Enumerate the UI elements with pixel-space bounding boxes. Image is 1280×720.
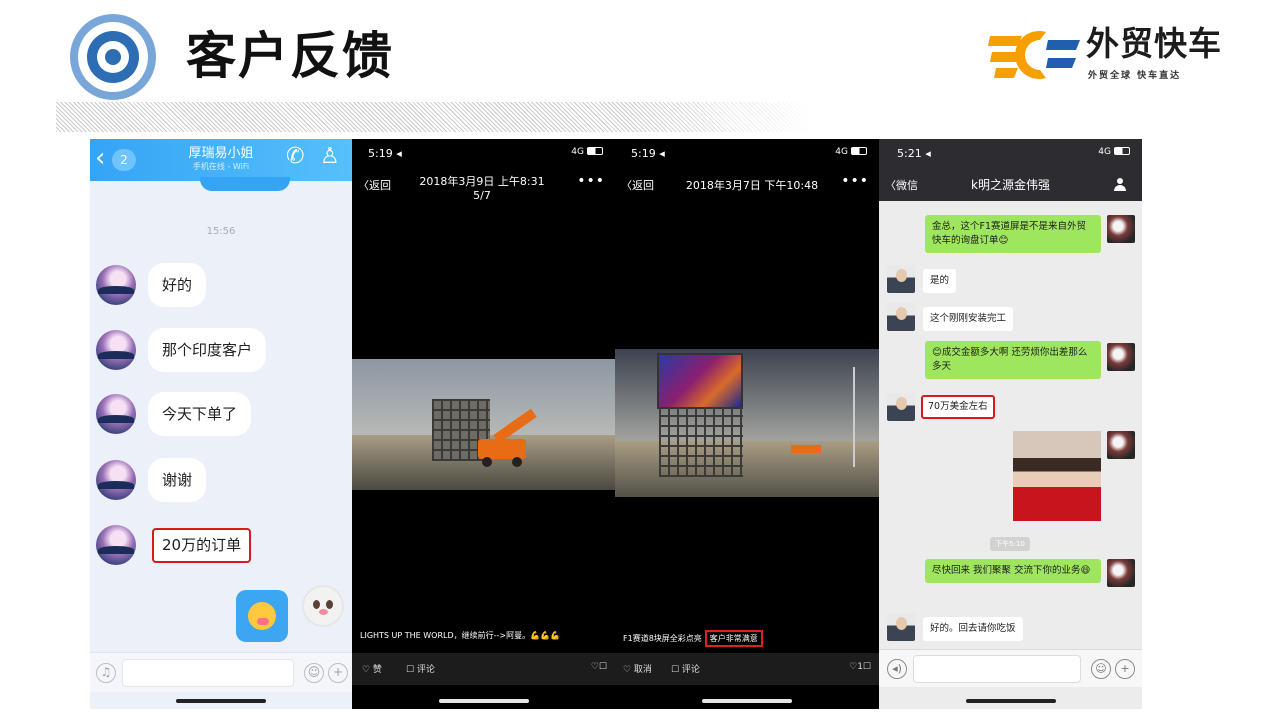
contact-name: k明之源金伟强 [971, 178, 1050, 192]
battery-icon [851, 147, 867, 155]
back-button[interactable]: 〈返回 [621, 177, 654, 193]
message-bubble: 是的 [923, 269, 957, 293]
message-bubble: 好的。回去请你吃饭 [923, 617, 1023, 641]
battery-icon [587, 147, 603, 155]
emoji-icon[interactable]: ☺ [304, 663, 324, 683]
post-caption: LIGHTS UP THE WORLD，继续前行-->阿曼。💪💪💪 [360, 631, 561, 640]
avatar[interactable] [96, 460, 136, 500]
signal-indicator: 4G [571, 147, 603, 157]
avatar[interactable] [1107, 431, 1135, 459]
avatar[interactable] [887, 265, 915, 293]
message-bubble: 那个印度客户 [148, 328, 267, 372]
more-button[interactable]: ••• [841, 173, 869, 189]
message-bubble: 尽快回来 我们聚聚 交流下你的业务😄 [925, 559, 1101, 583]
message-bubble: 谢谢 [148, 458, 207, 502]
highlighted-caption: 客户非常满意 [704, 630, 763, 647]
message-time: 15:56 [206, 226, 236, 237]
avatar[interactable] [96, 394, 136, 434]
brand-slogan: 外贸全球 快车直达 [1088, 71, 1182, 81]
avatar[interactable] [887, 303, 915, 331]
signal-indicator: 4G [1098, 147, 1130, 157]
contact-status: 手机在线 - WiFi [192, 162, 250, 171]
message-bubble: 金总，这个F1赛道屏是不是来自外贸快车的询盘订单😊 [925, 215, 1101, 253]
like-button[interactable]: ♡ 赞 [362, 662, 382, 675]
moment-photo-screenshot-2: 5:19 ◂ 4G 〈返回 2018年3月7日 下午10:48 ••• F1赛道… [615, 139, 879, 709]
home-indicator [438, 699, 529, 703]
self-avatar[interactable] [302, 585, 344, 627]
highlighted-message-bubble: 20万的订单 [152, 528, 252, 563]
action-bar: ♡ 赞 ☐ 评论 ♡☐ [352, 653, 615, 685]
profile-icon[interactable]: ♙ [320, 143, 340, 171]
time-divider: 下午5:10 [990, 537, 1030, 551]
brand-name: 外贸快车 [1086, 24, 1222, 63]
message-bubble: 今天下单了 [148, 392, 252, 436]
plus-icon[interactable]: + [1115, 659, 1135, 679]
brand-logo: 外贸快车 外贸全球 快车直达 [988, 22, 1238, 92]
message-bubble: 😊成交金额多大啊 还劳烦你出差那么多天 [925, 341, 1101, 379]
status-time: 5:21 ◂ [897, 147, 931, 160]
action-bar: ♡ 取消 ☐ 评论 ♡1☐ [615, 653, 879, 685]
previous-message-bubble [200, 177, 290, 191]
avatar[interactable] [1107, 215, 1135, 243]
avatar[interactable] [1107, 343, 1135, 371]
avatar[interactable] [96, 265, 136, 305]
header-divider [56, 102, 816, 132]
brand-arrow-icon [988, 31, 1080, 79]
contact-name: 厚瑞易小姐 [188, 146, 254, 161]
voice-icon[interactable]: ◂) [887, 659, 907, 679]
plus-icon[interactable]: + [328, 663, 348, 683]
moment-photo-screenshot-1: 5:19 ◂ 4G 〈返回 2018年3月9日 上午8:31 5/7 ••• L… [352, 139, 615, 709]
qq-header: ‹ 2 厚瑞易小姐 手机在线 - WiFi ✆ ♙ [90, 139, 352, 181]
phone-icon[interactable]: ✆ [286, 143, 304, 171]
status-time: 5:19 ◂ [368, 147, 402, 160]
avatar[interactable] [1107, 559, 1135, 587]
comment-button[interactable]: ☐ 评论 [671, 662, 700, 675]
message-bubble: 好的 [148, 263, 207, 307]
highlighted-message-bubble: 70万美金左右 [921, 395, 995, 419]
home-indicator [702, 699, 792, 703]
led-screen-photo[interactable] [615, 349, 879, 497]
qq-chat-screenshot: ‹ 2 厚瑞易小姐 手机在线 - WiFi ✆ ♙ 15:56 好的 那个印度客… [90, 139, 352, 709]
post-caption: F1赛道8块屏全彩点亮 客户非常满意 [623, 630, 763, 647]
home-indicator [176, 699, 266, 703]
avatar[interactable] [887, 613, 915, 641]
sticker-image[interactable] [1013, 431, 1101, 521]
message-bubble: 这个刚刚安装完工 [923, 307, 1014, 331]
voice-icon[interactable]: ♫ [96, 663, 116, 683]
back-button[interactable]: 〈返回 [358, 177, 391, 193]
emoji-icon[interactable]: ☺ [1091, 659, 1111, 679]
avatar[interactable] [887, 393, 915, 421]
home-indicator [965, 699, 1056, 703]
avatar[interactable] [96, 330, 136, 370]
unlike-button[interactable]: ♡ 取消 [623, 662, 652, 675]
chat-input[interactable] [122, 659, 294, 687]
comment-button[interactable]: ☐ 评论 [406, 662, 435, 675]
target-logo-icon [70, 14, 156, 100]
post-date: 2018年3月9日 上午8:31 5/7 [419, 175, 545, 202]
status-time: 5:19 ◂ [631, 147, 665, 160]
post-date: 2018年3月7日 下午10:48 [685, 179, 819, 192]
chat-input-bar: ♫ ☺ + [90, 652, 352, 692]
like-comment-icons[interactable]: ♡☐ [591, 662, 607, 672]
kiss-emoji-icon [248, 602, 276, 630]
emoji-message [236, 590, 288, 642]
signal-indicator: 4G [835, 147, 867, 157]
more-button[interactable]: ••• [577, 173, 605, 189]
wechat-header: 5:21 ◂ 4G 〈微信 k明之源金伟强 [879, 139, 1142, 201]
person-icon[interactable] [1114, 178, 1126, 192]
like-comment-icons[interactable]: ♡1☐ [849, 662, 871, 672]
construction-photo[interactable] [352, 359, 615, 490]
chat-input-bar: ◂) ☺ + [879, 649, 1142, 687]
page-title: 客户反馈 [186, 27, 394, 85]
avatar[interactable] [96, 525, 136, 565]
wechat-chat-screenshot: 5:21 ◂ 4G 〈微信 k明之源金伟强 金总，这个F1赛道屏是不是来自外贸快… [879, 139, 1142, 709]
chat-input[interactable] [913, 655, 1081, 683]
battery-icon [1114, 147, 1130, 155]
